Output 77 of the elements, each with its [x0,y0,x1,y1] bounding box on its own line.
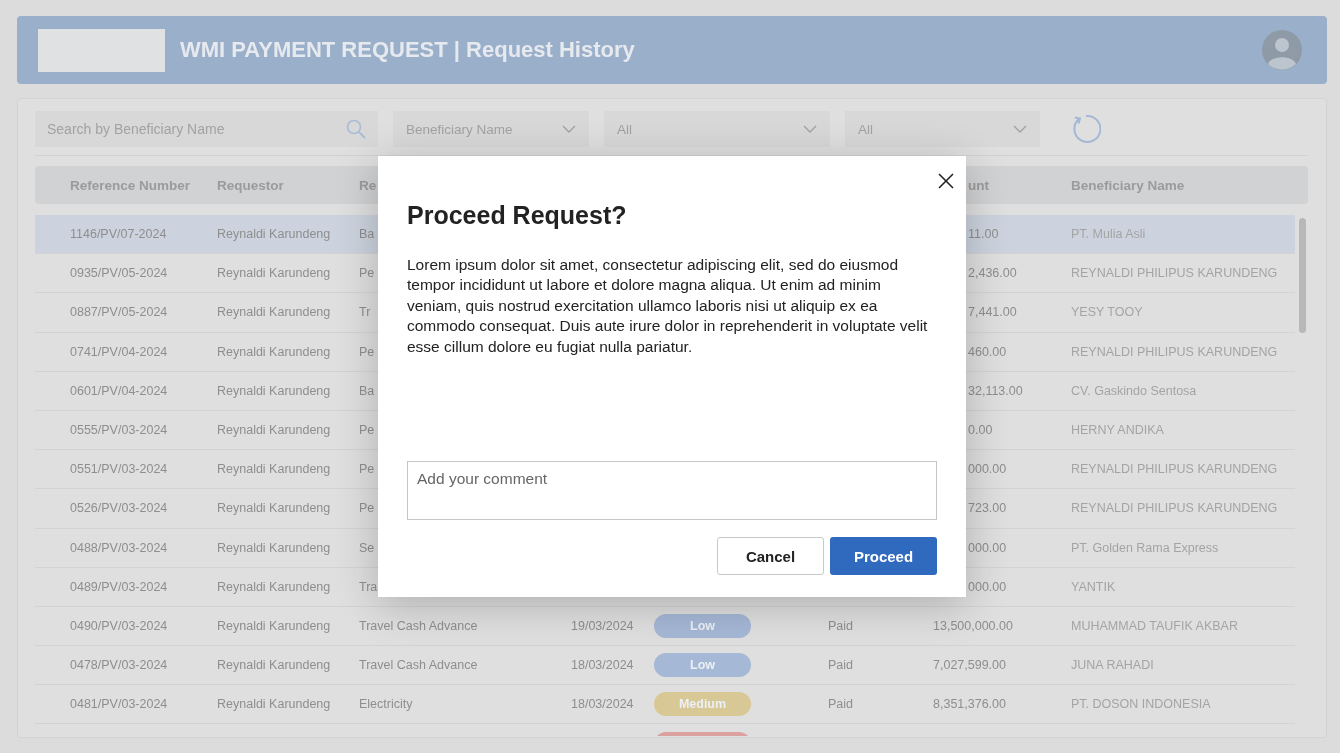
table-cell: Reynaldi Karundeng [217,423,331,438]
priority-tag: Low [654,653,751,678]
table-cell: PT. Golden Rama Express [1071,540,1219,555]
table-cell: JUNA RAHADI [1071,658,1154,673]
table-cell: 0.00 [968,423,993,438]
table-cell: 0887/PV/05-2024 [70,305,168,320]
table-cell: MUHAMMAD TAUFIK AKBAR [1071,618,1238,633]
table-cell: YESY TOOY [1071,305,1143,320]
table-cell: Reynaldi Karundeng [217,618,331,633]
table-cell: 7,441.00 [968,305,1017,320]
table-cell: 460.00 [968,344,1007,359]
priority-tag: Low [654,613,751,638]
table-cell: 0935/PV/05-2024 [70,266,168,281]
table-cell: CV. Gaskindo Sentosa [1071,383,1197,398]
table-cell: 0741/PV/04-2024 [70,344,168,359]
table-cell: Reynaldi Karundeng [217,266,331,281]
table-cell: Paid [828,658,854,673]
table-cell: Travel Cash Advance [359,658,478,673]
table-cell: 8,351,376.00 [933,697,1006,712]
table-cell: Tra [359,579,378,594]
table-cell: 18/03/2024 [571,697,634,712]
table-cell: Reynaldi Karundeng [217,344,331,359]
table-cell: 000.00 [968,462,1007,477]
table-cell: PT. Mulia Asli [1071,227,1146,242]
table-cell: Reynaldi Karundeng [217,579,331,594]
table-cell: Paid [828,697,854,712]
table-cell: 13,500,000.00 [933,618,1013,633]
table-cell: Ba [359,383,375,398]
table-cell: 0488/PV/03-2024 [70,540,168,555]
table-cell: REYNALDI PHILIPUS KARUNDENG [1071,266,1278,281]
table-cell: Pe [359,501,375,516]
table-cell: 7,027,599.00 [933,658,1006,673]
table-cell: Reynaldi Karundeng [217,658,331,673]
table-cell: Pe [359,344,375,359]
table-cell: Se [359,540,375,555]
table-cell: 0526/PV/03-2024 [70,501,168,516]
table-cell: 2,436.00 [968,266,1017,281]
table-cell: Travel Cash Advance [359,618,478,633]
table-cell: Pe [359,462,375,477]
table-cell: 0478/PV/03-2024 [70,658,168,673]
table-cell: 19/03/2024 [571,618,634,633]
table-cell: 32,113.00 [968,383,1023,398]
table-cell: 0489/PV/03-2024 [70,579,168,594]
table-cell: PT. DOSON INDONESIA [1071,697,1211,712]
table-cell: 18/03/2024 [571,658,634,673]
table-cell: 000.00 [968,579,1007,594]
table-cell: 000.00 [968,540,1007,555]
table-cell: Reynaldi Karundeng [217,305,331,320]
table-cell: 11.00 [968,227,999,242]
table-cell: Pe [359,266,375,281]
table-cell: Reynaldi Karundeng [217,383,331,398]
priority-tag: Medium [654,692,751,717]
table-cell: 0551/PV/03-2024 [70,462,168,477]
table-cell: Pe [359,423,375,438]
table-cell: 0490/PV/03-2024 [70,618,168,633]
table-cell: Reynaldi Karundeng [217,540,331,555]
table-cell: REYNALDI PHILIPUS KARUNDENG [1071,344,1278,359]
table-cell: 0481/PV/03-2024 [70,697,168,712]
table-cell: 723.00 [968,501,1007,516]
table-cell: Reynaldi Karundeng [217,501,331,516]
table-cell: Ba [359,227,375,242]
table-cell: REYNALDI PHILIPUS KARUNDENG [1071,462,1278,477]
table-cell: 0555/PV/03-2024 [70,423,168,438]
table-cell: Electricity [359,697,413,712]
table-cell: Reynaldi Karundeng [217,697,331,712]
table-cell: Tr [359,305,371,320]
table-cell: HERNY ANDIKA [1071,423,1164,438]
table-cell: Reynaldi Karundeng [217,227,331,242]
table-cell: YANTIK [1071,579,1116,594]
table-cell: 1146/PV/07-2024 [70,227,167,242]
page-title: WMI PAYMENT REQUEST | Request History [180,37,635,63]
dialog-title: Proceed Request? [407,200,628,230]
table-cell: Reynaldi Karundeng [217,462,331,477]
dialog-message: Lorem ipsum dolor sit amet, consectetur adipiscing elit, sed do eiusmod tempor incididunt ut labore et dolore magna aliqua. Ut enim ad minim veniam, quis nostrud exercitation ullamco laboris nisi ut aliquip ex ea commodo consequat. Duis aute irure dolor in reprehenderit in voluptate velit esse cillum dolore eu fugiat nulla pariatur. [407,255,929,357]
table-cell: Paid [828,618,854,633]
table-cell: 0601/PV/04-2024 [70,383,168,398]
table-cell: REYNALDI PHILIPUS KARUNDENG [1071,501,1278,516]
